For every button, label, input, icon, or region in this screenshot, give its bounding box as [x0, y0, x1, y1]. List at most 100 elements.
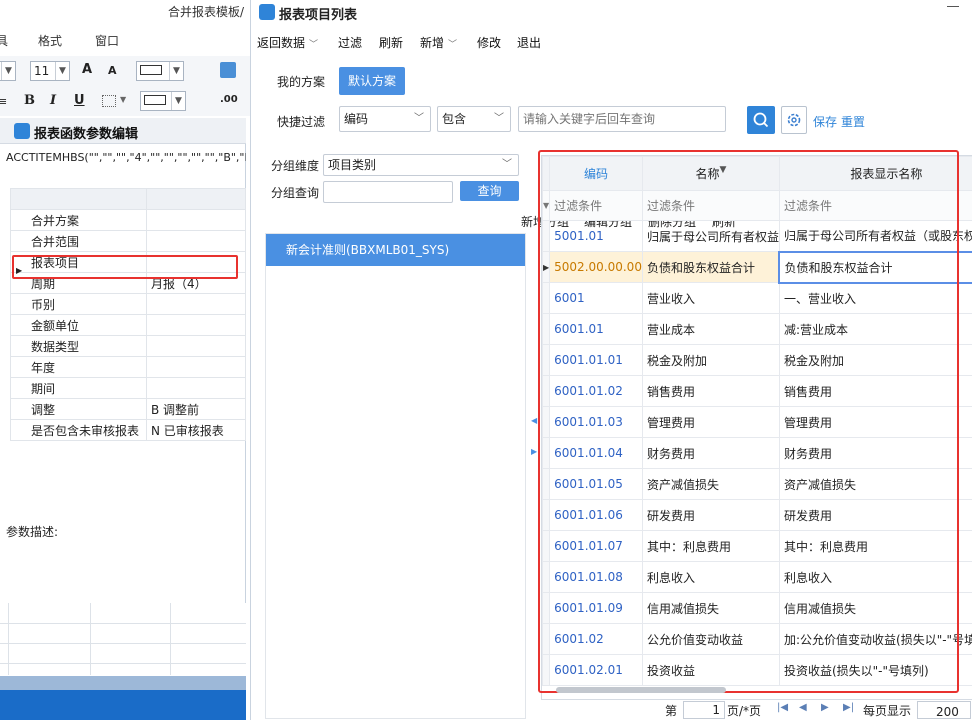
font-size-select[interactable]: 11 ▼: [30, 61, 70, 81]
param-value[interactable]: [146, 356, 246, 378]
reset-filter-link[interactable]: 重置: [841, 113, 865, 130]
menu-tools[interactable]: 具: [0, 32, 8, 49]
border-dropdown-icon[interactable]: ▼: [120, 95, 126, 104]
per-page-label: 每页显示: [863, 704, 912, 718]
next-page-icon[interactable]: ▶: [821, 702, 835, 713]
param-value[interactable]: [146, 314, 246, 336]
app-logo-icon: [14, 123, 30, 139]
format-painter-icon[interactable]: [220, 62, 236, 78]
filter-operator-select[interactable]: 包含 ﹀: [437, 106, 511, 132]
param-value[interactable]: [146, 230, 246, 252]
underline-button[interactable]: U: [74, 93, 85, 108]
pager-prefix: 第: [665, 704, 678, 718]
bg-app-title: 合并报表模板/: [0, 0, 250, 26]
italic-button[interactable]: I: [50, 93, 56, 108]
per-page-select[interactable]: 200: [917, 701, 971, 719]
gear-icon: [787, 113, 801, 127]
param-dialog-header: 报表函数参数编辑: [0, 118, 246, 144]
filter-field-select[interactable]: 编码 ﹀: [339, 106, 431, 132]
background-app: 合并报表模板/ 具 格式 窗口 ▼ 11 ▼ A A ▼ ≡ B I U ▼ ▼ …: [0, 0, 250, 720]
param-value[interactable]: B 调整前: [146, 398, 246, 420]
param-table-header: [10, 188, 246, 210]
align-icon[interactable]: ≡: [0, 95, 7, 108]
horizontal-scrollbar[interactable]: [556, 687, 726, 693]
filter-keyword-input[interactable]: [518, 106, 726, 132]
bold-button[interactable]: B: [24, 93, 35, 108]
param-desc-label: 参数描述:: [6, 525, 59, 539]
param-value[interactable]: [146, 209, 246, 231]
sheet-tabs-bar: [0, 676, 246, 690]
param-table: 合并方案 合并范围 报表项目 周期 月报（4） 币别 金额单位 数据类型 年度 期…: [10, 188, 246, 441]
group-query-button[interactable]: 查询: [460, 181, 519, 201]
search-icon: [753, 112, 769, 128]
filter-settings-button[interactable]: [781, 106, 807, 134]
chevron-down-icon: ﹀: [414, 113, 424, 124]
bg-toolbar-row2: ≡ B I U ▼ ▼ .00: [0, 86, 250, 116]
param-row[interactable]: 币别: [10, 293, 246, 315]
param-row[interactable]: 数据类型: [10, 335, 246, 357]
font-grow-icon[interactable]: A: [82, 62, 92, 77]
chevron-down-icon: ﹀: [494, 113, 504, 124]
search-button[interactable]: [747, 106, 775, 134]
param-value[interactable]: [146, 335, 246, 357]
window-titlebar: 报表项目列表: [251, 0, 972, 26]
refresh-button[interactable]: 刷新: [379, 34, 403, 51]
border-style-select[interactable]: ▼: [136, 61, 184, 81]
param-row[interactable]: 年度: [10, 356, 246, 378]
group-dim-label: 分组维度: [271, 159, 320, 173]
highlight-box-grid: [538, 150, 959, 693]
chevron-down-icon: ﹀: [502, 159, 512, 170]
pager-suffix: 页/*页: [727, 704, 762, 718]
param-row[interactable]: 金额单位: [10, 314, 246, 336]
bg-menubar: 具 格式 窗口: [0, 28, 250, 50]
exit-button[interactable]: 退出: [517, 34, 541, 51]
fill-style-select[interactable]: ▼: [140, 91, 186, 111]
group-query-input[interactable]: [323, 181, 453, 203]
tab-default-plan[interactable]: 默认方案: [339, 67, 405, 95]
page-number-input[interactable]: 1: [683, 701, 725, 719]
param-row[interactable]: 合并范围: [10, 230, 246, 252]
add-button[interactable]: 新增 ﹀: [420, 34, 457, 51]
param-row[interactable]: 调整 B 调整前: [10, 398, 246, 420]
first-page-icon[interactable]: |◀: [777, 702, 791, 713]
menu-format[interactable]: 格式: [38, 32, 62, 49]
font-shrink-icon[interactable]: A: [108, 64, 117, 77]
group-dim-select[interactable]: 项目类别 ﹀: [323, 154, 519, 176]
param-value[interactable]: [146, 293, 246, 315]
report-item-list-window: 报表项目列表 返回数据 ﹀ 过滤 刷新 新增 ﹀ 修改 退出 我的方案 默认方案 快…: [250, 0, 972, 720]
taskbar: [0, 690, 246, 720]
formula-text: ACCTITEMHBS("","","","4","","","","","",…: [6, 151, 246, 164]
chevron-down-icon: ﹀: [448, 40, 458, 50]
window-title: 报表项目列表: [279, 8, 358, 23]
back-data-button[interactable]: 返回数据 ﹀: [257, 34, 318, 51]
prev-page-icon[interactable]: ◀: [799, 702, 813, 713]
pager: 第 1 页/*页 |◀ ◀ ▶ ▶| 每页显示 200: [541, 700, 972, 720]
param-edit-dialog: 报表函数参数编辑 ACCTITEMHBS("","","","4","","",…: [0, 118, 246, 603]
param-dialog-title: 报表函数参数编辑: [34, 127, 139, 142]
edit-button[interactable]: 修改: [477, 34, 501, 51]
collapse-arrow-icon[interactable]: ◀: [531, 416, 537, 425]
last-page-icon[interactable]: ▶|: [843, 702, 857, 713]
tab-my-plan[interactable]: 我的方案: [277, 73, 325, 90]
highlight-box-report-item: [12, 255, 238, 279]
group-item[interactable]: 新会计准则(BBXMLB01_SYS): [266, 234, 525, 266]
menu-window[interactable]: 窗口: [95, 32, 119, 49]
group-list: 新会计准则(BBXMLB01_SYS): [265, 233, 526, 719]
font-name-select[interactable]: ▼: [0, 61, 16, 81]
param-row[interactable]: 期间: [10, 377, 246, 399]
bg-toolbar-row1: ▼ 11 ▼ A A ▼: [0, 56, 250, 86]
expand-arrow-icon[interactable]: ▶: [531, 447, 537, 456]
border-icon[interactable]: [102, 95, 116, 107]
chevron-down-icon: ﹀: [309, 40, 319, 50]
param-row[interactable]: 合并方案: [10, 209, 246, 231]
param-value[interactable]: N 已审核报表: [146, 419, 246, 441]
sheet-grid[interactable]: [0, 603, 246, 675]
param-row[interactable]: 是否包含未审核报表 N 已审核报表: [10, 419, 246, 441]
param-value[interactable]: [146, 377, 246, 399]
decimal-icon[interactable]: .00: [220, 94, 238, 105]
group-query-label: 分组查询: [271, 186, 320, 200]
save-filter-link[interactable]: 保存: [813, 113, 837, 130]
minimize-icon[interactable]: [947, 6, 959, 7]
filter-button[interactable]: 过滤: [338, 34, 362, 51]
window-toolbar: 返回数据 ﹀ 过滤 刷新 新增 ﹀ 修改 退出: [251, 30, 972, 54]
